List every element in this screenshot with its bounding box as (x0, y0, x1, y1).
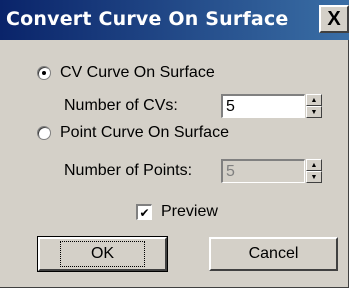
point-curve-radio-option[interactable]: Point Curve On Surface (37, 124, 229, 142)
cancel-button[interactable]: Cancel (209, 237, 338, 271)
number-of-points-up-button[interactable]: ▲ (306, 159, 322, 171)
number-of-cvs-down-button[interactable]: ▼ (306, 106, 322, 118)
number-of-cvs-input[interactable]: 5 (221, 94, 305, 118)
spin-down-icon: ▼ (310, 173, 318, 181)
ok-button[interactable]: OK (37, 236, 168, 272)
number-of-points-spinner: 5 ▲ ▼ (221, 159, 322, 183)
close-button[interactable]: X (319, 5, 349, 33)
title-bar[interactable]: Convert Curve On Surface X (0, 0, 349, 40)
cv-curve-radio-option[interactable]: CV Curve On Surface (37, 64, 215, 82)
number-of-cvs-label: Number of CVs: (64, 97, 178, 114)
preview-checkbox[interactable]: ✔ (136, 204, 152, 220)
ok-button-label: OK (59, 241, 146, 267)
number-of-points-down-button[interactable]: ▼ (306, 171, 322, 183)
convert-curve-dialog: Convert Curve On Surface X CV Curve On S… (0, 0, 349, 288)
point-curve-radio[interactable] (37, 126, 51, 140)
spin-up-icon: ▲ (310, 161, 318, 169)
preview-label: Preview (161, 203, 218, 220)
checkmark-icon: ✔ (139, 205, 150, 220)
number-of-cvs-spinner: 5 ▲ ▼ (221, 94, 322, 118)
spin-up-icon: ▲ (310, 96, 318, 104)
close-icon: X (327, 7, 341, 30)
preview-checkbox-option[interactable]: ✔ Preview (136, 203, 218, 221)
cancel-button-label: Cancel (248, 245, 299, 262)
number-of-cvs-spin-buttons: ▲ ▼ (306, 94, 322, 118)
spin-down-icon: ▼ (310, 108, 318, 116)
number-of-points-input[interactable]: 5 (221, 159, 305, 183)
dialog-title: Convert Curve On Surface (6, 8, 289, 30)
cv-curve-radio[interactable] (37, 66, 51, 80)
number-of-points-label: Number of Points: (64, 162, 193, 179)
number-of-points-spin-buttons: ▲ ▼ (306, 159, 322, 183)
number-of-cvs-up-button[interactable]: ▲ (306, 94, 322, 106)
point-curve-label: Point Curve On Surface (60, 124, 229, 141)
cv-curve-label: CV Curve On Surface (60, 64, 215, 81)
